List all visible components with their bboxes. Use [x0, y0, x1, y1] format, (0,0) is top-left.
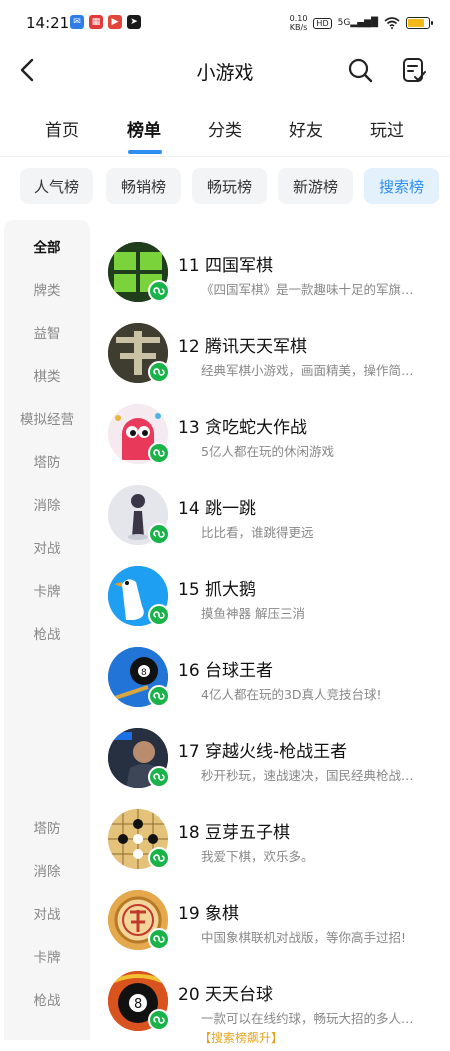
game-description: 秒开秒玩，速战速决，国民经典枪战… [201, 768, 414, 783]
sidebar-item-match[interactable]: 消除 [4, 494, 90, 514]
main-tabs: 首页 榜单 分类 好友 玩过 [0, 106, 450, 157]
sidebar-item-shooter[interactable]: 枪战 [4, 989, 90, 1009]
net-speed-value: 0.10 [289, 14, 308, 23]
list-item[interactable]: 15 抓大鹅 摸鱼神器 解压三消 [90, 566, 450, 646]
list-item[interactable]: 13 贪吃蛇大作战 5亿人都在玩的休闲游戏 [90, 404, 450, 484]
game-title: 20 天天台球 [178, 985, 274, 1005]
svg-text:8: 8 [134, 997, 142, 1012]
sidebar-item-simulation[interactable]: 模拟经营 [4, 408, 90, 428]
list-item[interactable]: 11 四国军棋 《四国军棋》是一款趣味十足的军旗… [90, 242, 450, 322]
tab-categories[interactable]: 分类 [208, 116, 242, 141]
search-icon[interactable] [346, 56, 374, 84]
mini-program-icon [148, 847, 170, 869]
tab-home[interactable]: 首页 [45, 116, 79, 141]
active-tab-indicator [128, 150, 162, 154]
mini-program-icon [148, 280, 170, 302]
list-item[interactable]: 19 象棋 中国象棋联机对战版，等你高手过招! [90, 890, 450, 970]
game-title: 15 抓大鹅 [178, 580, 257, 600]
tab-friends[interactable]: 好友 [289, 116, 323, 141]
mini-program-icon [148, 442, 170, 464]
sidebar-item-tower-defense[interactable]: 塔防 [4, 817, 90, 837]
sidebar-item-all[interactable]: 全部 [4, 236, 90, 256]
tab-rankings[interactable]: 榜单 [127, 116, 161, 141]
category-sidebar: 全部 牌类 益智 棋类 模拟经营 塔防 消除 对战 卡牌 枪战 塔防 消除 对战… [4, 220, 90, 1040]
battery-level [408, 19, 424, 27]
sidebar-item-card-game[interactable]: 卡牌 [4, 946, 90, 966]
mail-app-icon: ✉ [70, 15, 84, 29]
game-title: 11 四国军棋 [178, 256, 274, 276]
chip-popular[interactable]: 人气榜 [20, 168, 93, 204]
mini-program-icon [148, 361, 170, 383]
edit-note-icon[interactable] [400, 56, 428, 84]
mini-program-icon [148, 523, 170, 545]
game-list: 11 四国军棋 《四国军棋》是一款趣味十足的军旗… 12 腾讯天天军棋 经典军棋… [90, 220, 450, 1045]
status-time: 14:21 [26, 14, 70, 32]
net-speed: 0.10 KB/s [290, 14, 308, 32]
sidebar-item-tower-defense[interactable]: 塔防 [4, 451, 90, 471]
back-icon[interactable] [14, 56, 42, 84]
video-app-icon: ▶ [108, 15, 122, 29]
list-item[interactable]: 17 穿越火线-枪战王者 秒开秒玩，速战速决，国民经典枪战… [90, 728, 450, 808]
list-item[interactable]: 8 20 天天台球 一款可以在线约球，畅玩大招的多人… 【搜索榜飙升】 [90, 971, 450, 1051]
sidebar-item-match[interactable]: 消除 [4, 860, 90, 880]
game-description: 4亿人都在玩的3D真人竞技台球! [201, 687, 382, 702]
mini-program-icon [148, 766, 170, 788]
sidebar-item-board[interactable]: 棋类 [4, 365, 90, 385]
signal-icon: 5G▂▄▆█ [337, 18, 378, 28]
game-description: 我爱下棋，欢乐多。 [201, 849, 314, 864]
net-speed-unit: KB/s [289, 23, 308, 32]
sidebar-item-shooter[interactable]: 枪战 [4, 623, 90, 643]
status-bar: 14:21 ✉ ▦ ▶ ➤ 0.10 KB/s HD 5G▂▄▆█ [0, 0, 450, 46]
sidebar-item-battle[interactable]: 对战 [4, 537, 90, 557]
game-title: 17 穿越火线-枪战王者 [178, 742, 348, 762]
sidebar-item-card-game[interactable]: 卡牌 [4, 580, 90, 600]
list-item[interactable]: 12 腾讯天天军棋 经典军棋小游戏，画面精美，操作简… [90, 323, 450, 403]
game-title: 16 台球王者 [178, 661, 274, 681]
chip-search-ranking[interactable]: 搜索榜 [364, 168, 439, 204]
list-item[interactable]: 8 16 台球王者 4亿人都在玩的3D真人竞技台球! [90, 647, 450, 727]
list-item[interactable]: 18 豆芽五子棋 我爱下棋，欢乐多。 [90, 809, 450, 889]
game-description: 中国象棋联机对战版，等你高手过招! [201, 930, 407, 945]
ranking-chips: 人气榜 畅销榜 畅玩榜 新游榜 搜索榜 [0, 168, 450, 206]
mini-program-icon [148, 1009, 170, 1031]
status-indicators: 0.10 KB/s HD 5G▂▄▆█ [290, 14, 433, 32]
game-description: 一款可以在线约球，畅玩大招的多人… [201, 1011, 414, 1026]
mini-program-icon [148, 928, 170, 950]
game-description: 《四国军棋》是一款趣味十足的军旗… [201, 282, 414, 297]
status-app-icons: ✉ ▦ ▶ ➤ [70, 15, 141, 29]
chip-most-played[interactable]: 畅玩榜 [192, 168, 267, 204]
title-bar: 小游戏 [0, 46, 450, 96]
sidebar-item-cards[interactable]: 牌类 [4, 279, 90, 299]
game-description: 经典军棋小游戏，画面精美，操作简… [201, 363, 414, 378]
list-item[interactable]: 14 跳一跳 比比看，谁跳得更远 [90, 485, 450, 565]
svg-text:8: 8 [141, 668, 147, 678]
send-app-icon: ➤ [127, 15, 141, 29]
game-title: 19 象棋 [178, 904, 240, 924]
wifi-icon [384, 17, 400, 29]
sidebar-item-puzzle[interactable]: 益智 [4, 322, 90, 342]
game-title: 12 腾讯天天军棋 [178, 337, 308, 357]
signal-label: 5G [337, 18, 351, 28]
mini-program-icon [148, 604, 170, 626]
game-description: 5亿人都在玩的休闲游戏 [201, 444, 334, 459]
trending-tag: 【搜索榜飙升】 [199, 1031, 284, 1045]
chip-best-selling[interactable]: 畅销榜 [106, 168, 181, 204]
sidebar-item-battle[interactable]: 对战 [4, 903, 90, 923]
game-description: 摸鱼神器 解压三消 [201, 606, 305, 621]
battery-icon [406, 17, 433, 29]
game-title: 14 跳一跳 [178, 499, 257, 519]
game-title: 13 贪吃蛇大作战 [178, 418, 308, 438]
game-description: 比比看，谁跳得更远 [201, 525, 314, 540]
game-title: 18 豆芽五子棋 [178, 823, 291, 843]
mini-program-icon [148, 685, 170, 707]
news-app-icon: ▦ [89, 15, 103, 29]
hd-badge: HD [313, 17, 332, 29]
tab-played[interactable]: 玩过 [370, 116, 404, 141]
page-title: 小游戏 [196, 62, 254, 84]
chip-new-games[interactable]: 新游榜 [278, 168, 353, 204]
